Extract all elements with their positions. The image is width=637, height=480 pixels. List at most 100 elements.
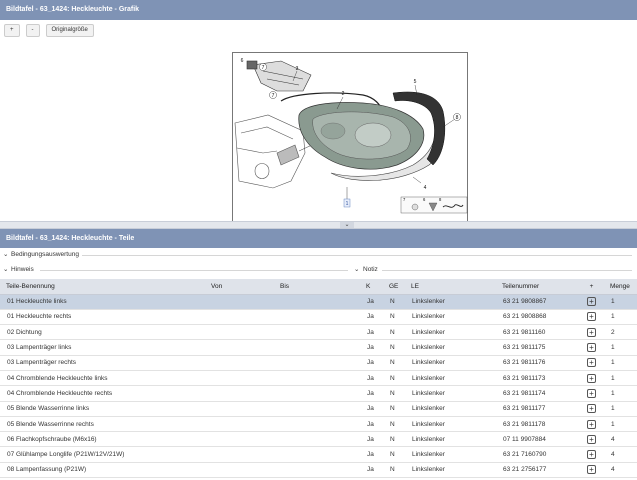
ge-cell: N [383,355,405,371]
chevron-down-icon: ⌄ [3,266,9,273]
parts-table: Teile-Benennung Von Bis K GE LE Teilenum… [0,279,637,479]
k-cell: Ja [360,294,383,310]
callout-3: 3 [296,66,299,72]
ge-cell: N [383,431,405,448]
add-to-cart-icon[interactable]: + [587,312,596,322]
note-label: Hinweis [11,266,34,273]
callout-1[interactable]: 1 [346,201,349,207]
panel-splitter[interactable]: ⌄ [0,221,637,229]
add-to-cart-cell: + [579,355,604,371]
k-cell: Ja [360,385,383,402]
add-to-cart-cell: + [579,462,604,479]
table-row[interactable]: 03 Lampenträger rechts Ja N Linkslenker 63 2… [0,355,637,371]
table-row[interactable]: 04 Chromblende Heckleuchte links Ja N Links… [0,370,637,387]
quantity-cell: 4 [604,446,637,463]
add-to-cart-cell: + [579,446,604,463]
table-row[interactable]: 04 Chromblende Heckleuchte rechts Ja N Link… [0,385,637,402]
chevron-down-icon: ⌄ [354,266,360,273]
add-to-cart-cell: + [579,385,604,402]
table-row[interactable]: 06 Flachkopfschraube (M6x16) Ja N Linkslenk… [0,431,637,448]
column-header[interactable]: + [579,279,604,295]
part-name-cell: 03 Lampenträger links [0,339,205,356]
condition-eval-label: Bedingungsauswertung [11,251,79,258]
part-number-cell: 63 21 9811176 [496,355,579,371]
table-row[interactable]: 02 Dichtung Ja N Linkslenker 63 21 9811160 +2 [0,324,637,341]
add-to-cart-icon[interactable]: + [587,297,596,307]
column-header[interactable]: GE [383,279,405,295]
add-to-cart-icon[interactable]: + [587,434,596,444]
quantity-cell: 1 [604,309,637,326]
ge-cell: N [383,309,405,326]
to-cell [274,385,360,402]
part-number-cell: 63 21 9811177 [496,401,579,417]
table-row[interactable]: 01 Heckleuchte links Ja N Linkslenker 63 21 … [0,294,637,310]
add-to-cart-icon[interactable]: + [587,404,596,414]
table-row[interactable]: 05 Blende Wasserrinne links Ja N Linkslenke… [0,401,637,417]
part-number-cell: 63 21 9811174 [496,385,579,402]
table-row[interactable]: 07 Glühlampe Longlife (P21W/12V/21W) Ja N L… [0,446,637,463]
ge-cell: N [383,339,405,356]
parts-diagram-drawing: 6 7 3 7 2 5 8 4 1 7 6 8 [234,58,468,214]
callout-2: 2 [342,91,345,97]
ge-cell: N [383,370,405,387]
k-cell: Ja [360,309,383,326]
add-to-cart-icon[interactable]: + [587,343,596,353]
add-to-cart-icon[interactable]: + [587,327,596,337]
le-cell: Linkslenker [405,416,496,433]
add-to-cart-cell: + [579,431,604,448]
callout-4: 4 [424,185,427,191]
original-size-button[interactable]: Originalgröße [45,23,94,37]
note-row[interactable]: ⌄ Hinweis ⌄ Notiz [0,265,637,275]
k-cell: Ja [360,355,383,371]
part-number-cell: 63 21 9811173 [496,370,579,387]
le-cell: Linkslenker [405,324,496,341]
add-to-cart-icon[interactable]: + [587,450,596,460]
column-header[interactable]: K [360,279,383,295]
callout-5: 5 [414,79,417,85]
from-cell [205,401,274,417]
column-header[interactable]: Teilenummer [496,279,579,295]
add-to-cart-icon[interactable]: + [587,465,596,475]
k-cell: Ja [360,446,383,463]
le-cell: Linkslenker [405,355,496,371]
part-name-cell: 05 Blende Wasserrinne links [0,401,205,417]
add-to-cart-icon[interactable]: + [587,388,596,398]
table-header: Teile-Benennung Von Bis K GE LE Teilenum… [0,279,637,295]
table-row[interactable]: 08 Lampenfassung (P21W) Ja N Linkslenker 63 … [0,462,637,479]
k-cell: Ja [360,431,383,448]
column-header[interactable]: Von [205,279,274,295]
quantity-cell: 1 [604,339,637,356]
lamp-carrier [246,60,312,92]
zoom-in-button[interactable]: + [4,23,20,37]
table-row[interactable]: 01 Heckleuchte rechts Ja N Linkslenker 63 21… [0,309,637,326]
ge-cell: N [383,294,405,310]
callout-7-top: 7 [262,65,265,71]
add-to-cart-icon[interactable]: + [587,358,596,368]
k-cell: Ja [360,339,383,356]
chevron-down-icon[interactable]: ⌄ [340,222,354,228]
column-header[interactable]: Bis [274,279,360,295]
add-to-cart-icon[interactable]: + [587,373,596,383]
add-to-cart-icon[interactable]: + [587,419,596,429]
le-cell: Linkslenker [405,401,496,417]
ge-cell: N [383,446,405,463]
to-cell [274,462,360,479]
part-number-cell: 63 21 9811178 [496,416,579,433]
le-cell: Linkslenker [405,370,496,387]
table-row[interactable]: 03 Lampenträger links Ja N Linkslenker 63 21… [0,339,637,356]
table-row[interactable]: 05 Blende Wasserrinne rechts Ja N Linkslenk… [0,416,637,433]
quantity-cell: 1 [604,401,637,417]
column-header[interactable]: Menge [604,279,637,295]
zoom-out-button[interactable]: - [25,23,40,37]
parts-diagram[interactable]: 6 7 3 7 2 5 8 4 1 7 6 8 [232,52,468,238]
add-to-cart-cell: + [579,401,604,417]
from-cell [205,355,274,371]
k-cell: Ja [360,401,383,417]
part-name-cell: 06 Flachkopfschraube (M6x16) [0,431,205,448]
part-name-cell: 02 Dichtung [0,324,205,341]
from-cell [205,370,274,387]
column-header[interactable]: Teile-Benennung [0,279,205,295]
condition-eval-row[interactable]: ⌄ Bedingungsauswertung [0,250,637,260]
callout-7-mid: 7 [272,93,275,99]
column-header[interactable]: LE [405,279,496,295]
